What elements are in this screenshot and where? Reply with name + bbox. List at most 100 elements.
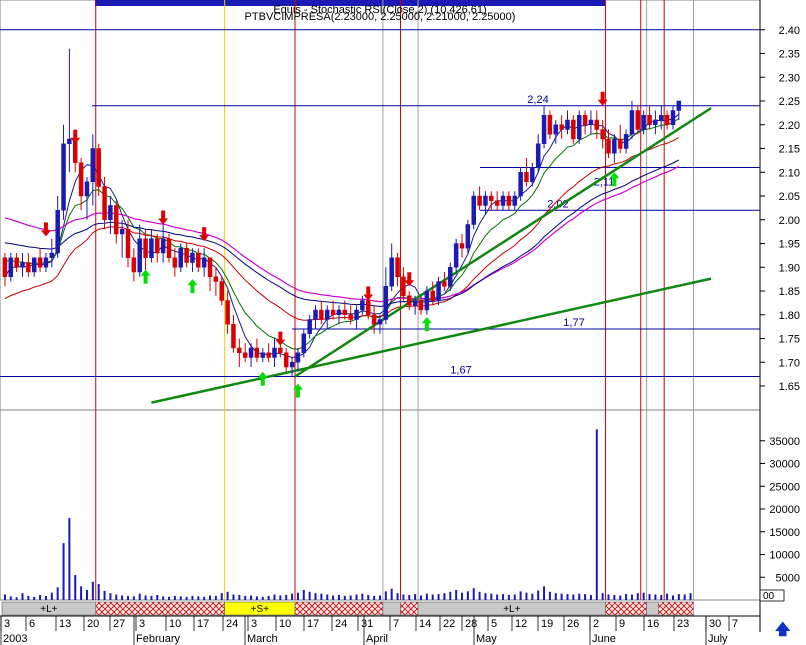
- candle-body: [442, 281, 447, 287]
- candle-body: [283, 352, 289, 368]
- candle-body: [319, 309, 324, 320]
- volume-tick-label: 30000: [769, 459, 800, 471]
- price-tick-label: 1.85: [779, 286, 800, 298]
- candle-body: [489, 195, 494, 201]
- candle-body: [131, 257, 137, 273]
- candle-body: [366, 300, 371, 315]
- trendline: [294, 107, 712, 378]
- signal-band: [646, 601, 659, 616]
- volume-tick-label: 35000: [769, 436, 800, 448]
- month-label: May: [476, 633, 497, 645]
- day-tick-label: 24: [226, 618, 238, 630]
- candle-body: [324, 309, 330, 320]
- candle-body: [430, 290, 435, 301]
- price-tick-label: 2.10: [779, 167, 800, 179]
- candle-body: [506, 195, 512, 206]
- candle-body: [395, 257, 400, 277]
- candle-body: [653, 119, 658, 125]
- candle-body: [623, 134, 629, 149]
- candle-body: [471, 195, 476, 225]
- signal-band-label: +L+: [503, 604, 520, 615]
- up-arrow-icon: [292, 383, 303, 398]
- candle-body: [67, 138, 72, 144]
- candle-body: [26, 262, 31, 273]
- candle-body: [500, 195, 506, 206]
- candle-body: [407, 295, 412, 306]
- candle-body: [412, 300, 418, 306]
- candle-body: [360, 300, 365, 311]
- day-tick-label: 17: [197, 618, 209, 630]
- candle-body: [588, 119, 594, 125]
- volume-tick-label: 15000: [769, 527, 800, 539]
- signal-band: [382, 601, 401, 616]
- candle-body: [260, 352, 266, 358]
- candle-body: [512, 195, 517, 206]
- candle-body: [612, 138, 617, 154]
- candle-body: [559, 124, 564, 130]
- candle-body: [242, 352, 248, 358]
- month-label: March: [247, 633, 278, 645]
- candle-body: [201, 257, 207, 268]
- day-tick-label: 19: [541, 618, 553, 630]
- month-label: February: [136, 633, 181, 645]
- candle-body: [342, 309, 348, 315]
- candle-body: [237, 347, 242, 353]
- candle-body: [448, 267, 453, 287]
- price-tick-label: 2.20: [779, 120, 800, 132]
- stock-chart: 2,242,112,021,771,67 +L+ +S+ +L+ 2.402.352…: [0, 0, 800, 645]
- up-arrow-icon[interactable]: 🡅: [775, 622, 790, 637]
- candle-body: [160, 238, 166, 254]
- candle-body: [301, 333, 307, 353]
- candle-body: [600, 129, 605, 140]
- candle-body: [541, 115, 547, 144]
- day-tick-label: 31: [361, 618, 373, 630]
- signal-band-label: +L+: [40, 604, 57, 615]
- candle-body: [371, 314, 377, 325]
- candle-body: [55, 210, 60, 254]
- volume-tick-label: 5000: [776, 572, 800, 584]
- candle-body: [594, 119, 600, 130]
- day-tick-label: 20: [87, 618, 99, 630]
- day-tick-label: 6: [29, 618, 35, 630]
- signal-bands: +L+ +S+ +L+: [1, 601, 694, 616]
- day-tick-label: 3: [139, 618, 145, 630]
- candle-body: [465, 224, 471, 249]
- candle-body: [155, 238, 160, 254]
- volume-tick-label: 10000: [769, 550, 800, 562]
- candle-body: [14, 257, 19, 268]
- candle-body: [149, 238, 154, 258]
- price-tick-label: 1.95: [779, 239, 800, 251]
- candle-body: [272, 347, 277, 358]
- day-tick-label: 16: [647, 618, 659, 630]
- candle-body: [178, 248, 183, 268]
- moving-average-line: [4, 137, 680, 321]
- candle-body: [196, 252, 201, 268]
- day-tick-label: 7: [732, 618, 738, 630]
- signal-band-label: +S+: [251, 604, 270, 615]
- day-tick-label: 3: [4, 618, 10, 630]
- candle-body: [313, 309, 318, 320]
- candle-body: [676, 100, 682, 111]
- candle-body: [401, 276, 406, 296]
- day-tick-label: 2: [593, 618, 599, 630]
- candle-body: [254, 347, 260, 358]
- candle-body: [477, 195, 482, 206]
- candle-body: [377, 319, 383, 325]
- candle-body: [383, 286, 389, 320]
- candle-body: [102, 186, 107, 220]
- month-label: June: [592, 633, 616, 645]
- day-tick-label: 5: [491, 618, 497, 630]
- candle-body: [424, 290, 430, 311]
- candle-body: [8, 257, 14, 277]
- day-tick-label: 28: [465, 618, 477, 630]
- candle-body: [635, 110, 641, 130]
- candle-body: [90, 148, 96, 182]
- candle-body: [547, 115, 553, 135]
- candle-body: [307, 319, 312, 334]
- candle-body: [553, 124, 559, 135]
- candle-body: [524, 172, 529, 182]
- day-tick-label: 14: [419, 618, 431, 630]
- candle-body: [459, 243, 465, 249]
- candle-body: [166, 238, 172, 258]
- candle-body: [96, 148, 101, 187]
